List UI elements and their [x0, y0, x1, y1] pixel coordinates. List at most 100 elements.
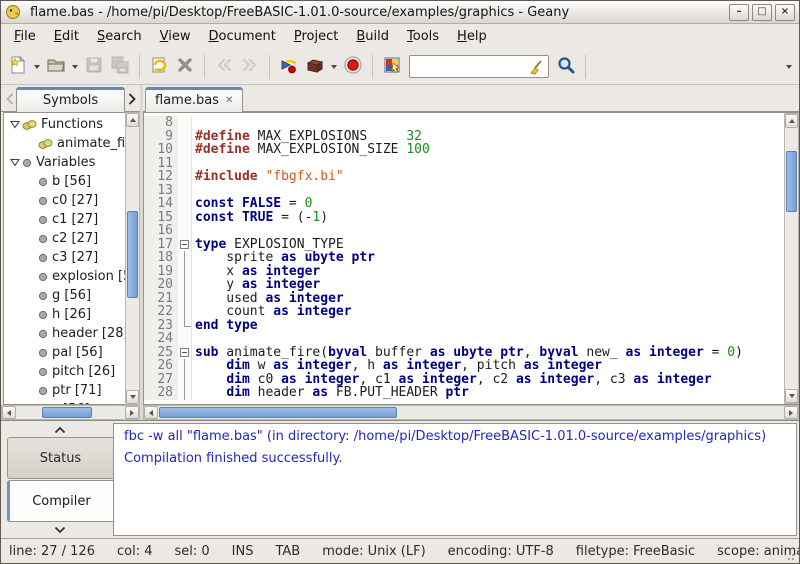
fold-margin[interactable]	[178, 359, 192, 373]
code-editor[interactable]: 8 9 #define MAX_EXPLOSIONS 32 10 #define MAX…	[144, 113, 784, 404]
fold-margin[interactable]	[178, 170, 192, 184]
tree-item-explosion[interactable]: explosion [5	[4, 267, 125, 286]
clear-icon[interactable]	[529, 59, 545, 75]
line-number[interactable]: 26	[144, 359, 178, 373]
menu-edit[interactable]: Edit	[45, 26, 88, 47]
fold-margin[interactable]	[178, 264, 192, 278]
tree-item-Functions[interactable]: Functions	[4, 115, 125, 134]
build-button[interactable]	[302, 53, 328, 81]
minimize-button[interactable]: –	[729, 3, 749, 21]
scroll-down-icon[interactable]	[785, 389, 798, 403]
close-document-button[interactable]	[172, 53, 198, 81]
fold-margin[interactable]	[178, 372, 192, 386]
scrollbar-thumb[interactable]	[42, 407, 93, 418]
tree-item-header[interactable]: header [28]	[4, 324, 125, 343]
line-number[interactable]: 11	[144, 156, 178, 170]
tab-scroll-left-icon[interactable]	[3, 89, 16, 109]
tree-item-c2[interactable]: c2 [27]	[4, 229, 125, 248]
run-button[interactable]	[340, 53, 366, 81]
sidebar-vertical-scrollbar[interactable]	[125, 112, 140, 405]
scroll-right-icon[interactable]	[125, 406, 139, 419]
menu-view[interactable]: View	[151, 26, 200, 47]
line-number[interactable]: 23	[144, 318, 178, 332]
sidebar-horizontal-scrollbar[interactable]	[1, 405, 140, 420]
collapse-down-icon[interactable]	[7, 522, 113, 537]
line-number[interactable]: 20	[144, 278, 178, 292]
tree-item-h[interactable]: h [26]	[4, 305, 125, 324]
resize-grip[interactable]	[787, 551, 797, 561]
fold-margin[interactable]	[178, 143, 192, 157]
message-tab-status[interactable]: Status	[7, 437, 113, 479]
scroll-left-icon[interactable]	[144, 406, 158, 419]
open-folder-dropdown[interactable]	[69, 53, 81, 81]
line-number[interactable]: 15	[144, 210, 178, 224]
open-folder-button[interactable]	[43, 53, 69, 81]
tree-item-c0[interactable]: c0 [27]	[4, 191, 125, 210]
line-number[interactable]: 9	[144, 129, 178, 143]
color-chooser-button[interactable]	[379, 53, 405, 81]
collapse-up-icon[interactable]	[7, 422, 113, 437]
scroll-up-icon[interactable]	[126, 113, 139, 127]
fold-margin[interactable]	[178, 251, 192, 265]
expander-icon[interactable]	[8, 120, 22, 129]
build-dropdown[interactable]	[328, 53, 340, 81]
fold-margin[interactable]	[178, 291, 192, 305]
tree-item-c1[interactable]: c1 [27]	[4, 210, 125, 229]
scrollbar-thumb[interactable]	[159, 407, 397, 418]
menu-build[interactable]: Build	[347, 26, 398, 47]
fold-margin[interactable]	[178, 278, 192, 292]
fold-margin[interactable]	[178, 237, 192, 251]
scrollbar-thumb[interactable]	[127, 211, 138, 298]
tree-item-pal[interactable]: pal [56]	[4, 343, 125, 362]
close-window-button[interactable]: ×	[775, 3, 795, 21]
scroll-down-icon[interactable]	[126, 390, 139, 404]
scroll-up-icon[interactable]	[785, 114, 798, 128]
message-tab-compiler[interactable]: Compiler	[7, 480, 113, 522]
editor-vertical-scrollbar[interactable]	[784, 113, 799, 404]
line-number[interactable]: 22	[144, 305, 178, 319]
tab-scroll-right-icon[interactable]	[125, 89, 138, 109]
line-number[interactable]: 17	[144, 237, 178, 251]
editor-horizontal-scrollbar[interactable]	[143, 405, 799, 420]
line-number[interactable]: 12	[144, 170, 178, 184]
expander-icon[interactable]	[8, 158, 22, 167]
tree-item-pitch[interactable]: pitch [26]	[4, 362, 125, 381]
line-number[interactable]: 28	[144, 386, 178, 400]
line-number[interactable]: 25	[144, 345, 178, 359]
titlebar[interactable]: flame.bas - /home/pi/Desktop/FreeBASIC-1…	[1, 1, 799, 24]
line-number[interactable]: 19	[144, 264, 178, 278]
fold-margin[interactable]	[178, 318, 192, 332]
tree-item-ptr[interactable]: ptr [71]	[4, 381, 125, 400]
tree-item-g[interactable]: g [56]	[4, 286, 125, 305]
fold-margin[interactable]	[178, 332, 192, 346]
fold-collapse-icon[interactable]	[180, 239, 189, 249]
line-number[interactable]: 8	[144, 116, 178, 130]
tree-item-Variables[interactable]: Variables	[4, 153, 125, 172]
fold-margin[interactable]	[178, 156, 192, 170]
line-number[interactable]: 10	[144, 143, 178, 157]
new-document-button[interactable]	[5, 53, 31, 81]
fold-margin[interactable]	[178, 224, 192, 238]
tab-close-icon[interactable]: ✕	[225, 95, 233, 106]
line-number[interactable]: 21	[144, 291, 178, 305]
scroll-right-icon[interactable]	[784, 406, 798, 419]
menu-tools[interactable]: Tools	[398, 26, 448, 47]
tree-item-animate_fire[interactable]: animate_fire	[4, 134, 125, 153]
line-number[interactable]: 13	[144, 183, 178, 197]
menu-help[interactable]: Help	[448, 26, 496, 47]
search-input[interactable]	[413, 58, 529, 75]
revert-button[interactable]	[146, 53, 172, 81]
scroll-left-icon[interactable]	[2, 406, 16, 419]
line-number[interactable]: 24	[144, 332, 178, 346]
compile-button[interactable]	[276, 53, 302, 81]
tab-flame-bas[interactable]: flame.bas ✕	[145, 87, 244, 112]
fold-collapse-icon[interactable]	[180, 347, 189, 357]
menu-document[interactable]: Document	[200, 26, 285, 47]
fold-margin[interactable]	[178, 210, 192, 224]
fold-margin[interactable]	[178, 116, 192, 130]
line-number[interactable]: 16	[144, 224, 178, 238]
tree-item-b[interactable]: b [56]	[4, 172, 125, 191]
find-button[interactable]	[553, 53, 579, 81]
new-document-dropdown[interactable]	[31, 53, 43, 81]
menu-file[interactable]: File	[5, 26, 45, 47]
